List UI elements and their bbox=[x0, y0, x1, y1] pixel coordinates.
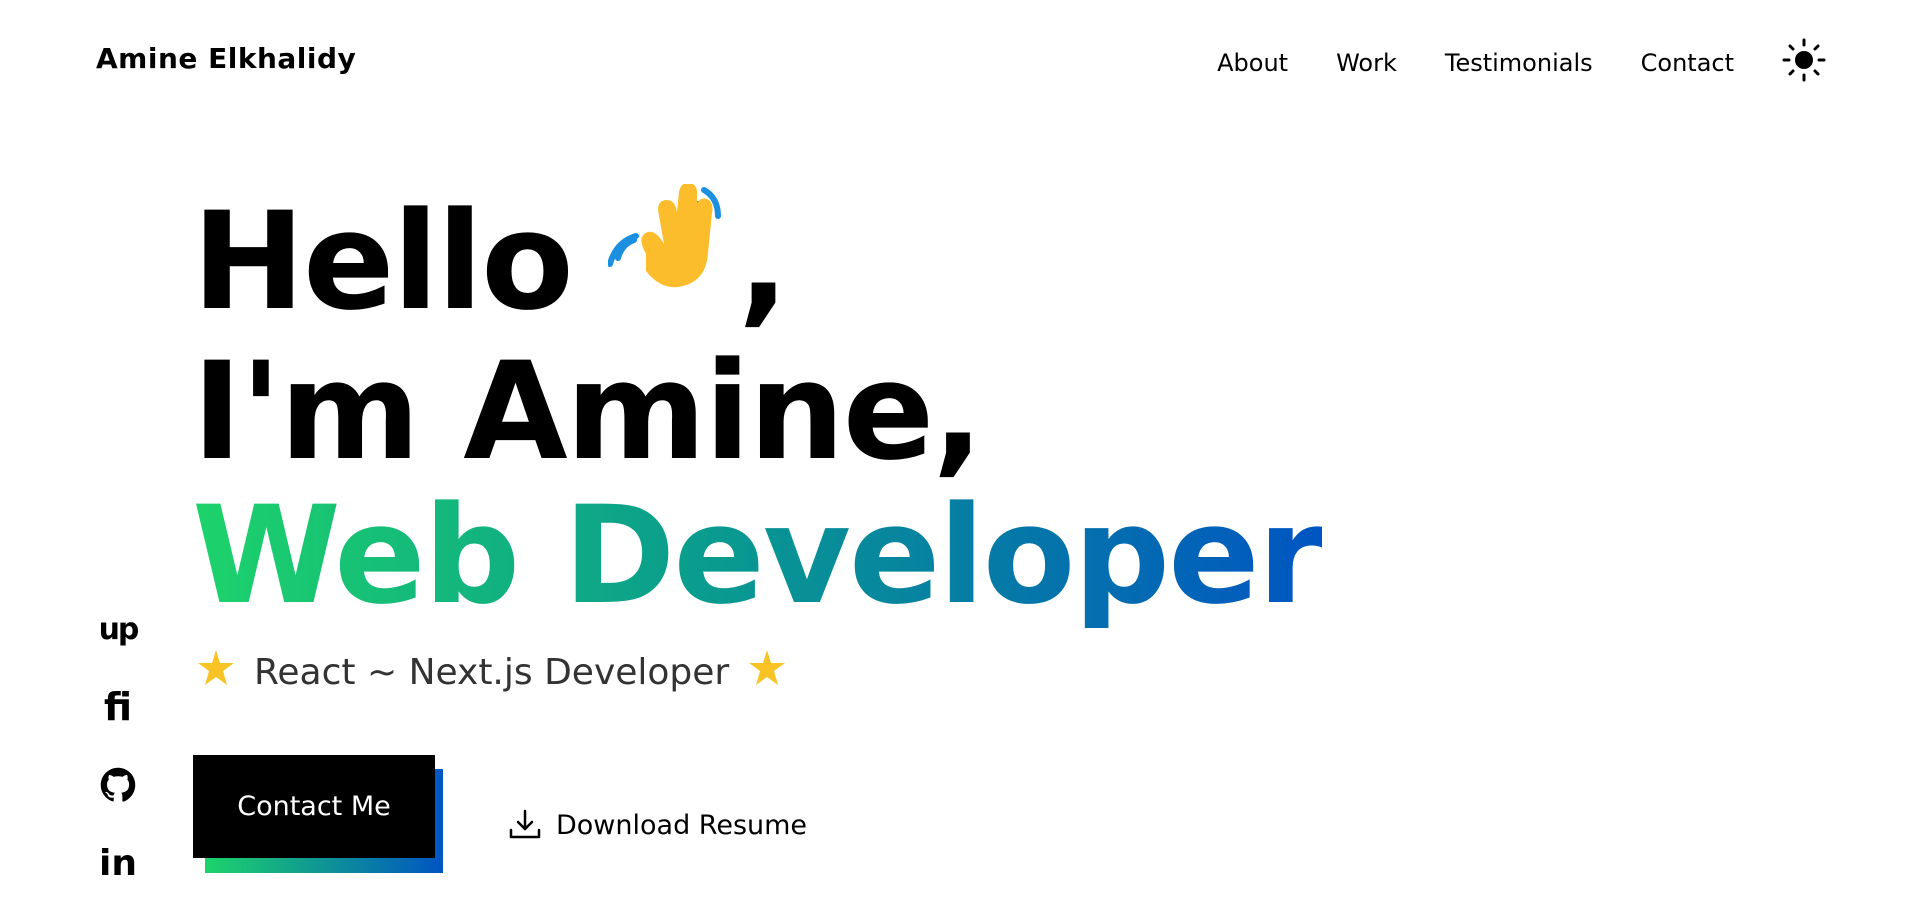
site-brand[interactable]: Amine Elkhalidy bbox=[96, 42, 356, 75]
contact-cta: Contact Me bbox=[193, 755, 443, 873]
fiverr-icon[interactable]: fi bbox=[94, 683, 142, 731]
upwork-icon[interactable]: up bbox=[94, 605, 142, 653]
waving-hand-icon bbox=[606, 182, 738, 340]
theme-toggle-button[interactable] bbox=[1782, 38, 1826, 82]
subtitle-text: React ~ Next.js Developer bbox=[254, 652, 730, 693]
sun-icon bbox=[1782, 38, 1826, 82]
hero-heading: Hello , I'm Amine, Web Developer bbox=[192, 182, 1324, 634]
hero-subtitle: React ~ Next.js Developer bbox=[196, 648, 787, 697]
main-nav: About Work Testimonials Contact bbox=[1217, 38, 1826, 82]
github-icon[interactable] bbox=[94, 761, 142, 809]
hero-line-hello: Hello bbox=[192, 183, 574, 340]
hero-line-role: Web Developer bbox=[192, 477, 1324, 634]
nav-testimonials[interactable]: Testimonials bbox=[1445, 49, 1593, 77]
hero-line-hello-comma: , bbox=[737, 183, 789, 340]
nav-work[interactable]: Work bbox=[1336, 49, 1397, 77]
nav-about[interactable]: About bbox=[1217, 49, 1288, 77]
social-links: up fi in bbox=[94, 605, 142, 917]
hero-section: Hello , I'm Amine, Web Developer bbox=[192, 182, 1324, 634]
download-icon bbox=[509, 809, 541, 839]
download-resume-link[interactable]: Download Resume bbox=[508, 808, 807, 842]
nav-contact[interactable]: Contact bbox=[1641, 49, 1734, 77]
download-resume-label: Download Resume bbox=[556, 809, 808, 841]
hero-line-name: I'm Amine, bbox=[192, 333, 984, 490]
glowing-star-icon bbox=[747, 648, 787, 697]
contact-me-button[interactable]: Contact Me bbox=[193, 755, 435, 858]
glowing-star-icon bbox=[196, 648, 236, 697]
